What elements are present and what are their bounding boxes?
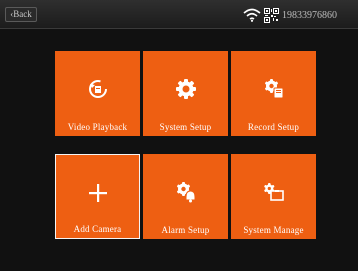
back-button[interactable]: ‹Back [5,7,37,22]
alarm-gear-icon [143,180,228,204]
back-label: Back [13,9,32,19]
qr-code-icon[interactable] [264,7,279,23]
plus-icon [56,181,139,205]
tile-label: Record Setup [247,122,300,132]
tile-label: System Setup [159,122,212,132]
top-bar: ‹Back 19833976860 [0,0,358,29]
system-manage-tile[interactable]: System Manage [231,154,316,239]
record-setup-tile[interactable]: Record Setup [231,51,316,136]
alarm-setup-tile[interactable]: Alarm Setup [143,154,228,239]
video-playback-tile[interactable]: Video Playback [55,51,140,136]
wifi-icon [243,8,261,22]
device-id: 19833976860 [282,9,337,21]
tile-label: System Manage [243,225,304,235]
record-gear-icon [231,77,316,101]
playback-icon [55,77,140,101]
tile-label: Alarm Setup [161,225,210,235]
manage-gear-icon [231,180,316,204]
main-menu: Video Playback System Setup Record Setup… [0,29,358,271]
tile-label: Video Playback [67,122,128,132]
gear-icon [143,77,228,101]
tile-label: Add Camera [73,224,122,234]
add-camera-tile[interactable]: Add Camera [55,154,140,239]
status-area: 19833976860 [243,5,358,25]
system-setup-tile[interactable]: System Setup [143,51,228,136]
